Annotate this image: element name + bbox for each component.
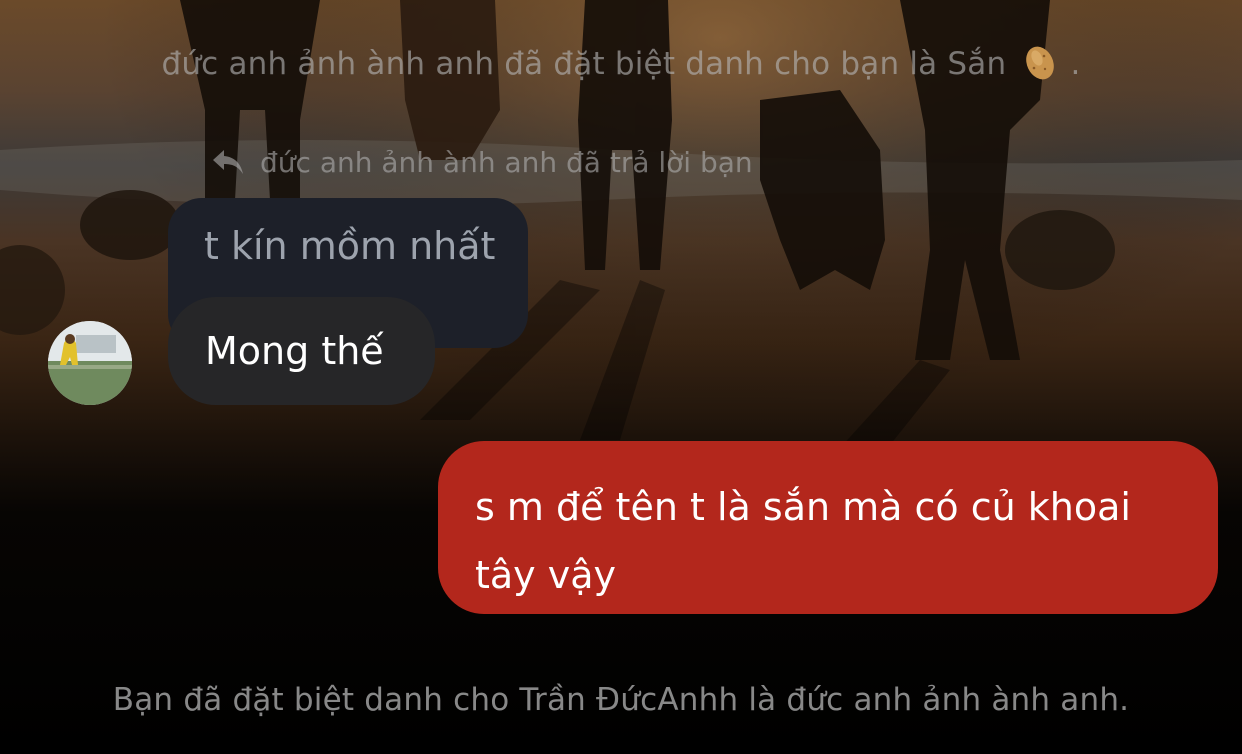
chat-screen: đức anh ảnh ành anh đã đặt biệt danh cho… (0, 0, 1242, 754)
potato-icon (1020, 42, 1060, 82)
my-nickname-note-text: Bạn đã đặt biệt danh cho Trần ĐứcAnhh là… (112, 682, 1130, 718)
reply-arrow-icon (210, 146, 246, 178)
incoming-message-bubble[interactable]: Mong thế (168, 297, 435, 405)
reply-label: đức anh ảnh ành anh đã trả lời bạn (260, 145, 753, 179)
outgoing-message-line-1: s m để tên t là sắn mà có củ khoai (475, 485, 1131, 529)
quoted-message-text: t kín mồm nhất (204, 224, 496, 268)
nickname-note-suffix: . (1070, 46, 1081, 82)
nickname-change-note: đức anh ảnh ành anh đã đặt biệt danh cho… (0, 42, 1242, 82)
avatar[interactable] (48, 321, 132, 405)
my-nickname-change-note: Bạn đã đặt biệt danh cho Trần ĐứcAnhh là… (0, 682, 1242, 718)
outgoing-message-line-2: tây vậy (475, 553, 617, 597)
reply-indicator: đức anh ảnh ành anh đã trả lời bạn (210, 142, 753, 182)
outgoing-message-bubble[interactable]: s m để tên t là sắn mà có củ khoai tây v… (438, 441, 1218, 614)
nickname-note-text: đức anh ảnh ành anh đã đặt biệt danh cho… (161, 46, 1007, 82)
incoming-message-text: Mong thế (205, 329, 384, 373)
